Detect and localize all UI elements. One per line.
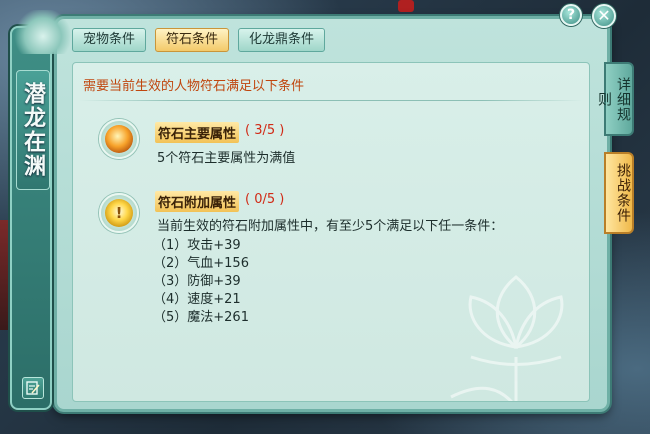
- side-tab-detailed-rules[interactable]: 详细规则: [596, 62, 634, 136]
- conditions-content: 需要当前生效的人物符石满足以下条件 符石主要属性 ( 3/5 ) 5个符石主要属…: [72, 62, 590, 402]
- close-button[interactable]: ✕: [592, 4, 616, 28]
- tab-bar: 宠物条件 符石条件 化龙鼎条件: [72, 28, 326, 52]
- edit-button[interactable]: [22, 377, 44, 399]
- extra-attr-description: 当前生效的符石附加属性中，有至少5个满足以下任一条件：: [157, 219, 504, 234]
- condition-item: （1）攻击+39: [153, 238, 241, 253]
- orange-gem-icon: [105, 125, 133, 153]
- condition-item: （4）速度+21: [153, 292, 241, 307]
- edit-icon: [26, 381, 40, 395]
- exclamation-icon: !: [115, 203, 123, 222]
- condition-item: （3）防御+39: [153, 274, 241, 289]
- main-attr-gem-icon: [99, 119, 139, 159]
- condition-item: （2）气血+156: [153, 256, 249, 271]
- headline-divider: [79, 100, 583, 101]
- help-button[interactable]: ?: [560, 4, 582, 26]
- tab-rune-conditions[interactable]: 符石条件: [155, 28, 230, 52]
- condition-item: （5）魔法+261: [153, 310, 249, 325]
- extra-attr-title: 符石附加属性: [155, 191, 240, 212]
- window-title: 潜龙在渊: [16, 70, 50, 190]
- main-attr-count: ( 3/5 ): [245, 123, 285, 138]
- tab-dragon-cauldron-conditions[interactable]: 化龙鼎条件: [238, 28, 326, 52]
- main-attr-description: 5个符石主要属性为满值: [157, 151, 296, 166]
- main-attr-title: 符石主要属性: [155, 122, 240, 143]
- yellow-gem-icon: !: [105, 199, 133, 227]
- extra-attr-gem-icon: !: [99, 193, 139, 233]
- extra-attr-count: ( 0/5 ): [245, 192, 285, 207]
- background-scenery-top: [398, 0, 414, 12]
- title-ornament: [12, 10, 74, 54]
- lotus-watermark-icon: [450, 275, 564, 401]
- tab-pet-conditions[interactable]: 宠物条件: [72, 28, 147, 52]
- side-tab-challenge-conditions[interactable]: 挑战条件: [604, 152, 634, 234]
- conditions-headline: 需要当前生效的人物符石满足以下条件: [83, 79, 305, 94]
